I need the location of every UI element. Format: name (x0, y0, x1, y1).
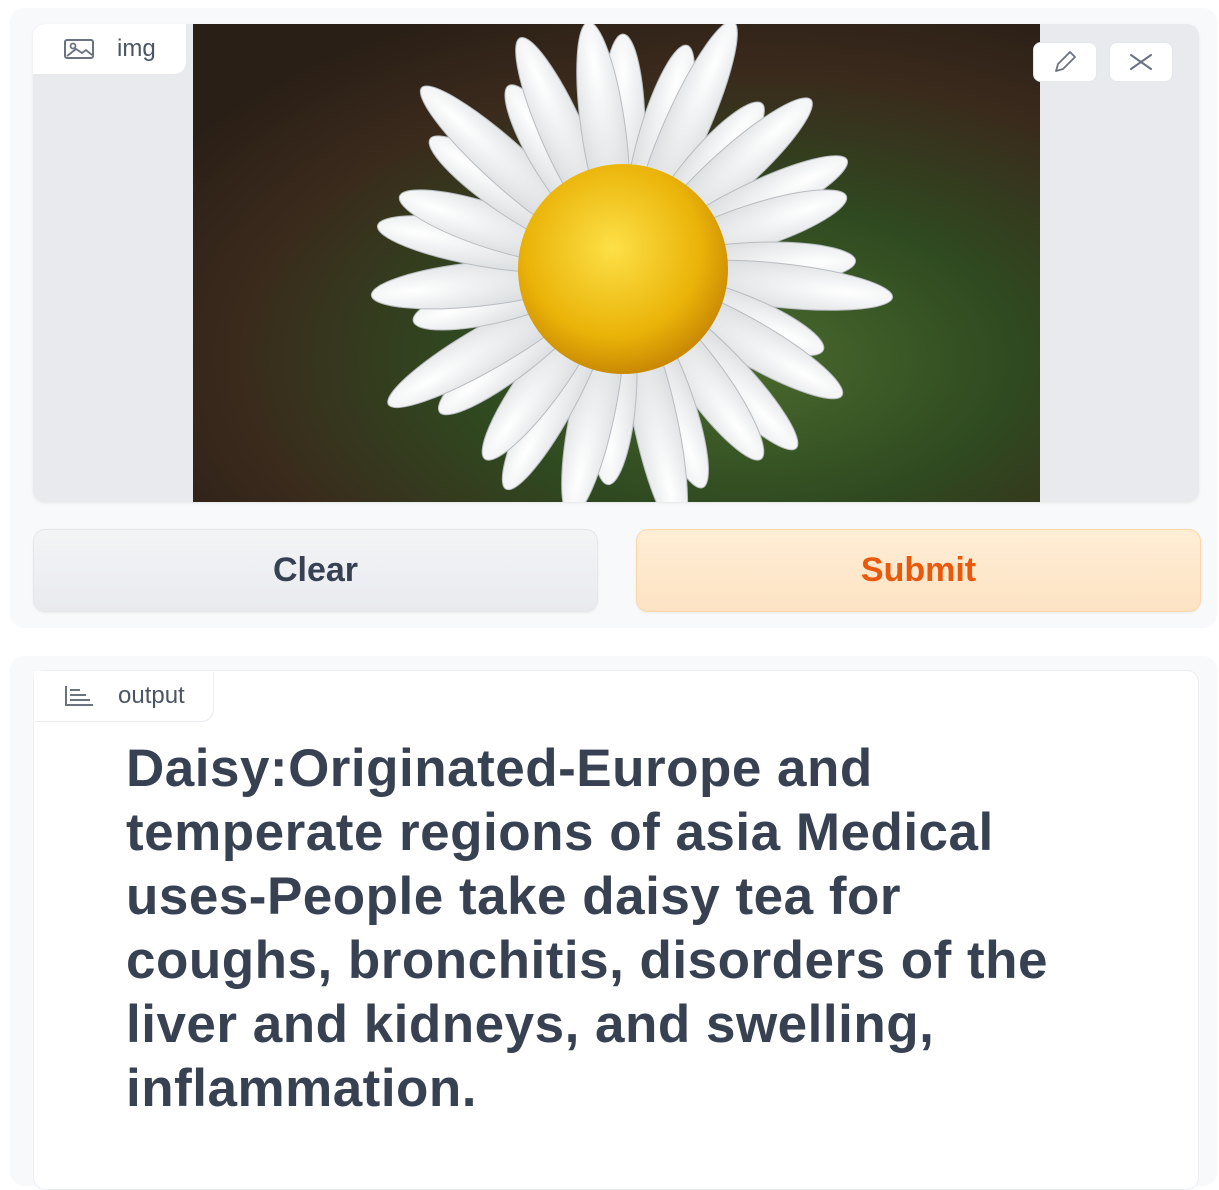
output-block: output Daisy:Originated-Europe and tempe… (33, 670, 1199, 1190)
output-text: Daisy:Originated-Europe and temperate re… (126, 739, 1049, 1118)
image-icon (64, 39, 94, 59)
chart-icon (65, 686, 93, 706)
flower-center (518, 164, 728, 374)
pencil-icon (1055, 51, 1076, 72)
input-label: img (33, 24, 186, 74)
image-input[interactable]: img (33, 24, 1199, 502)
output-label: output (34, 671, 213, 721)
daisy-photo (193, 24, 1040, 502)
daisy-image (193, 24, 1040, 502)
clear-image-button[interactable] (1109, 42, 1173, 82)
close-icon (1130, 54, 1152, 70)
image-tools (1033, 42, 1173, 82)
edit-button[interactable] (1033, 42, 1097, 82)
output-label-text: output (118, 682, 185, 709)
input-label-text: img (117, 35, 156, 62)
clear-button[interactable]: Clear (33, 529, 598, 612)
submit-button[interactable]: Submit (636, 529, 1201, 612)
